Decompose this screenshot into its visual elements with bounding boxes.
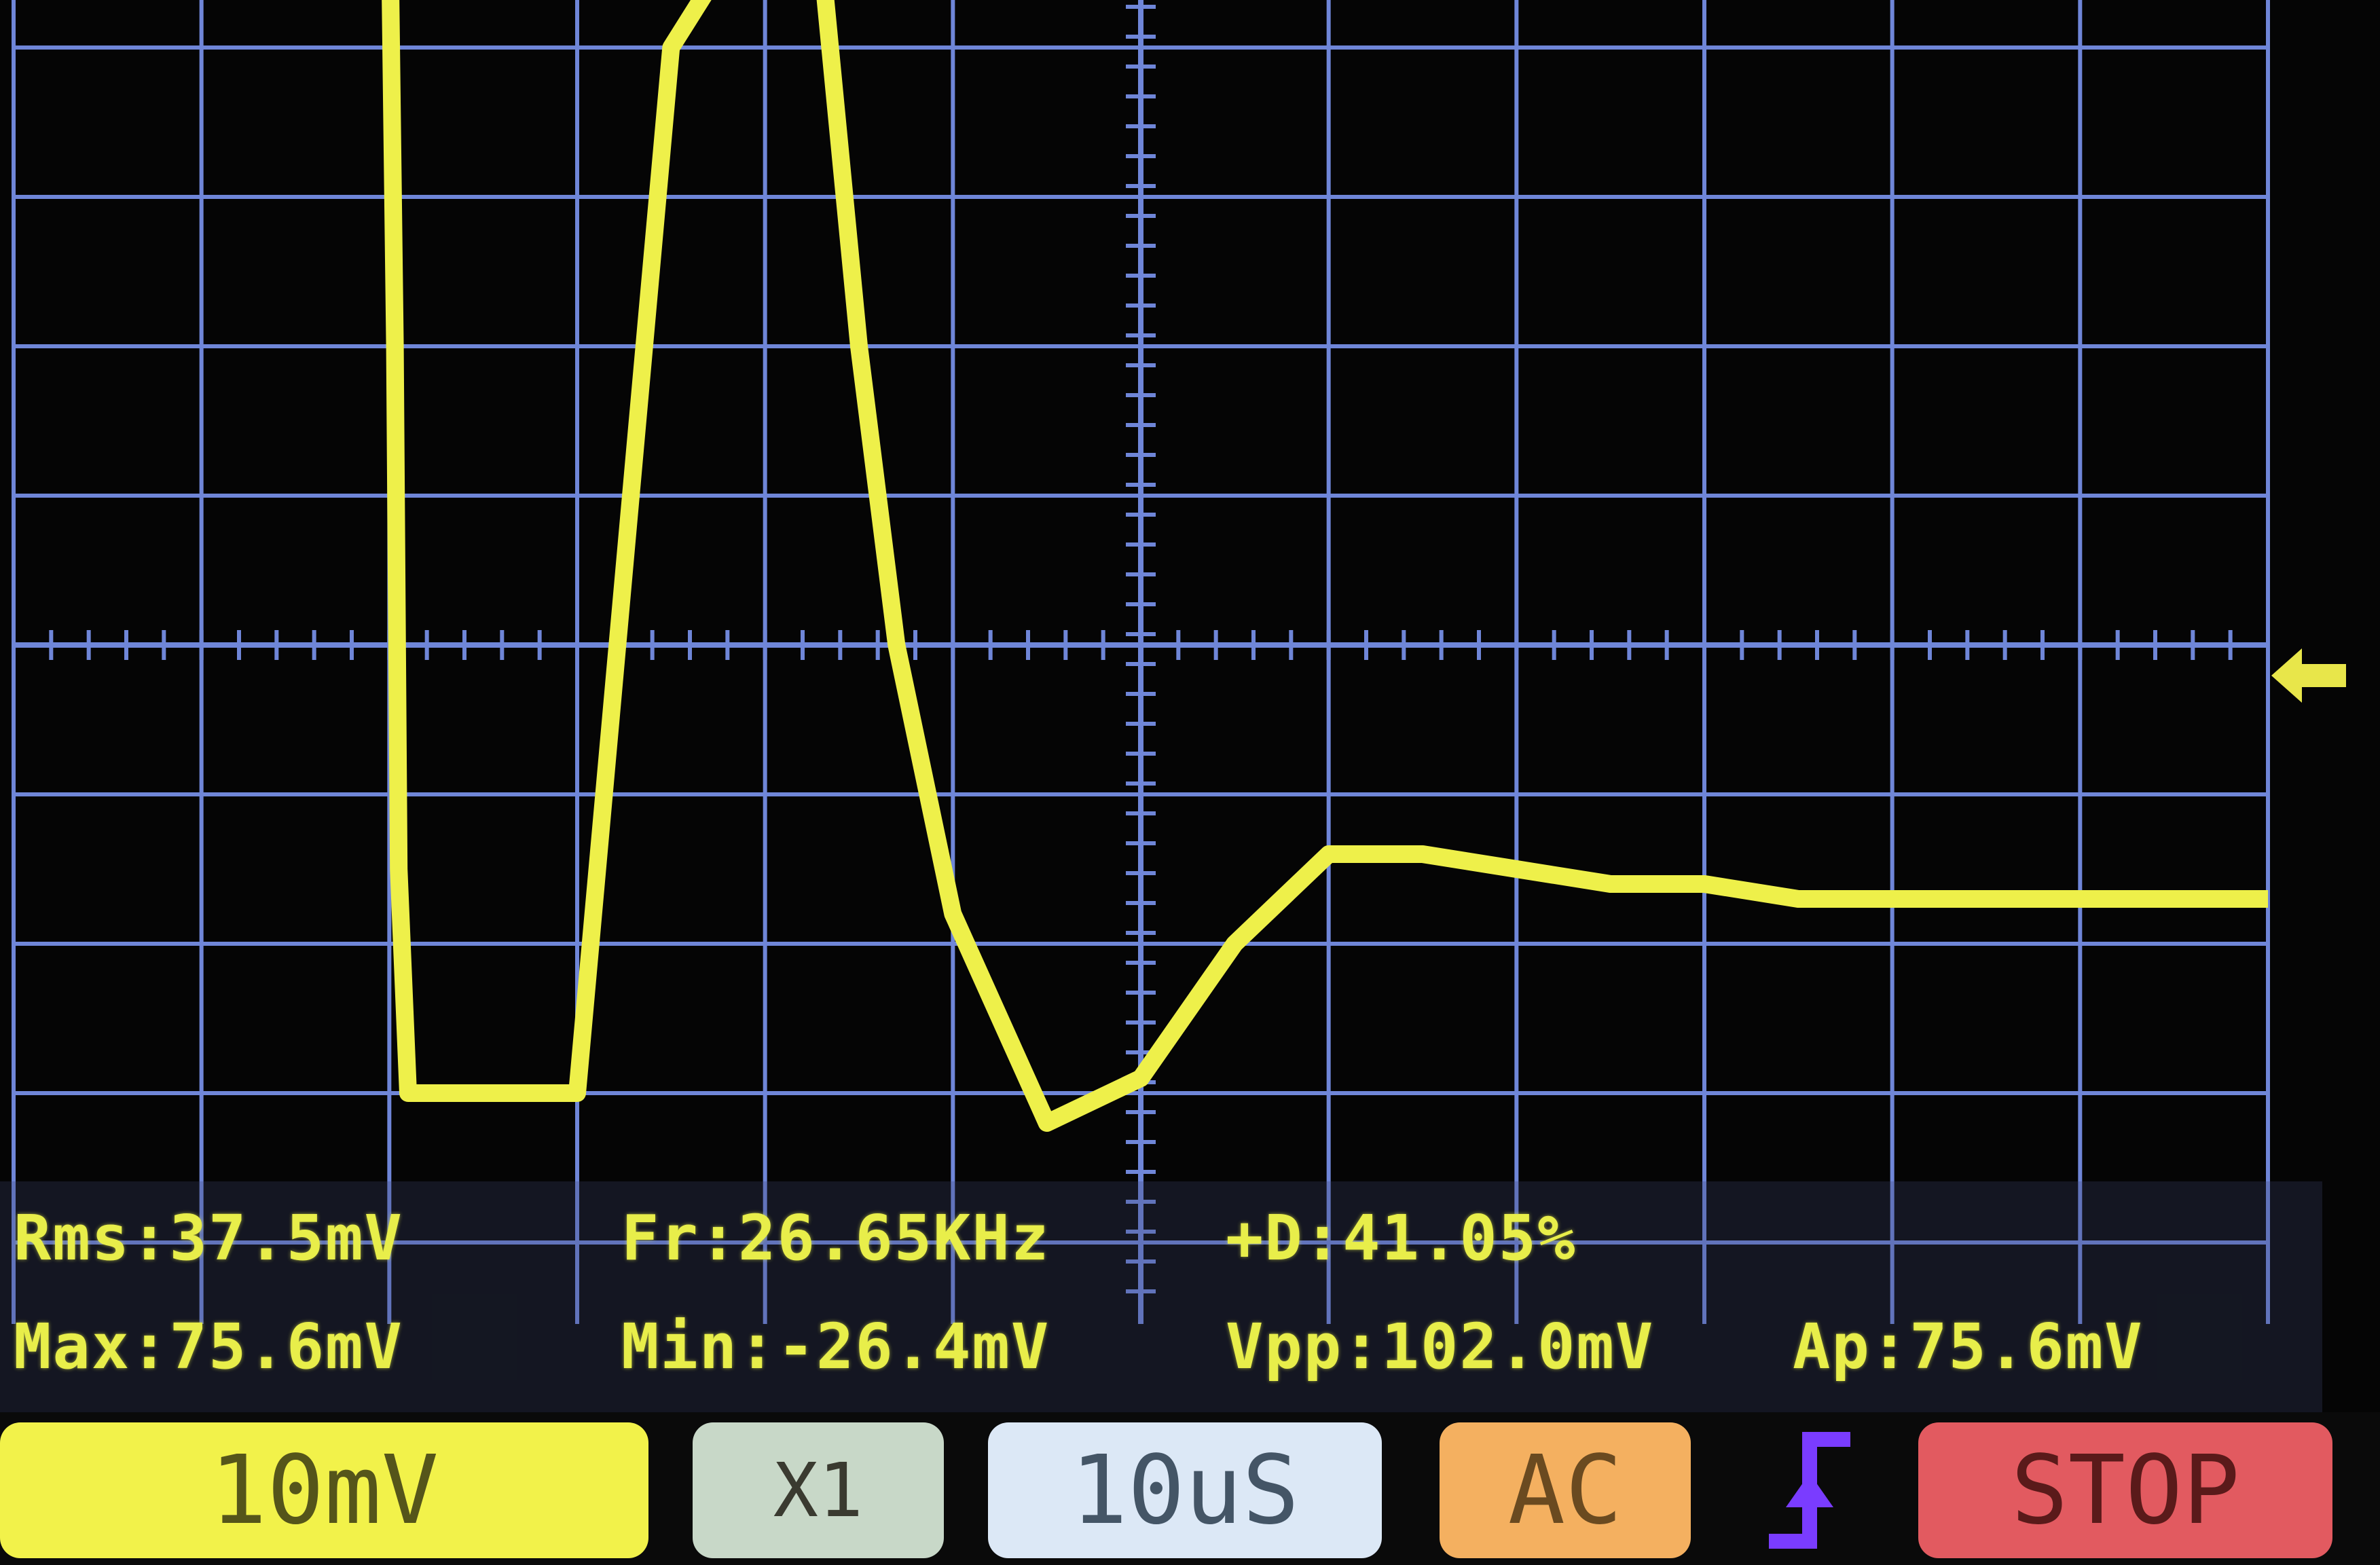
trigger-level-arrow-icon[interactable] <box>2271 645 2346 706</box>
probe-multiplier-button[interactable]: X1 <box>693 1422 944 1558</box>
frequency-readout: Fr:26.65KHz <box>621 1202 1050 1274</box>
rising-edge-trigger-icon[interactable] <box>1755 1426 1864 1555</box>
min-readout: Min:-26.4mV <box>621 1310 1050 1383</box>
vpp-readout: Vpp:102.0mV <box>1226 1310 1655 1383</box>
time-per-div-button[interactable]: 10uS <box>988 1422 1382 1558</box>
max-readout: Max:75.6mV <box>14 1310 403 1383</box>
volts-per-div-button[interactable]: 10mV <box>0 1422 648 1558</box>
oscilloscope-screen: Rms:37.5mV Fr:26.65KHz +D:41.05% Max:75.… <box>0 0 2380 1565</box>
rms-readout: Rms:37.5mV <box>14 1202 403 1274</box>
coupling-button[interactable]: AC <box>1440 1422 1691 1558</box>
run-stop-button[interactable]: STOP <box>1918 1422 2332 1558</box>
duty-cycle-readout: +D:41.05% <box>1226 1202 1577 1274</box>
amplitude-readout: Ap:75.6mV <box>1793 1310 2144 1383</box>
